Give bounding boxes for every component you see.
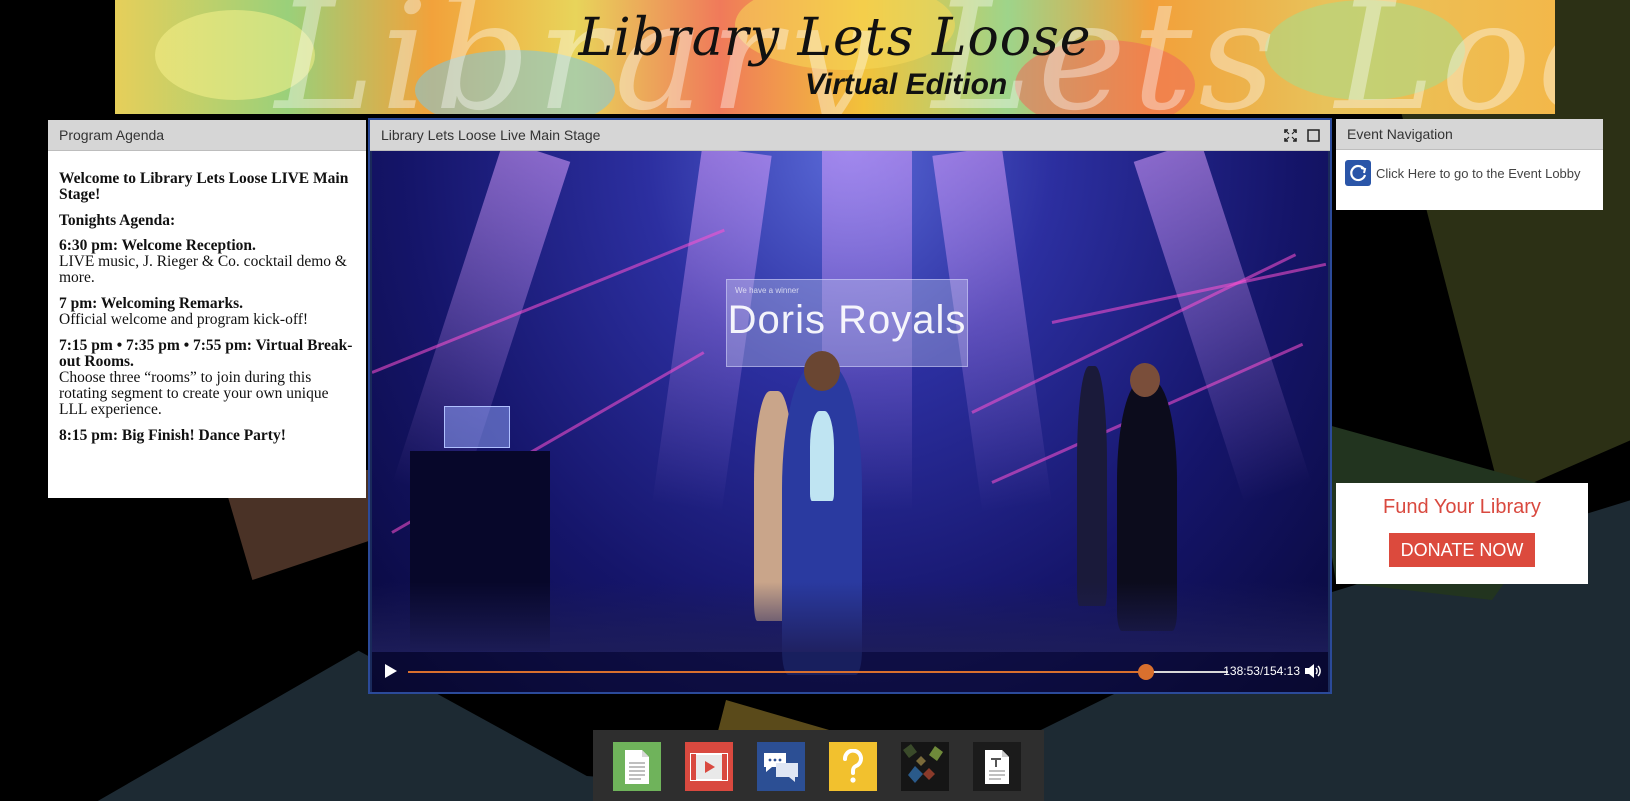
- fullscreen-icon[interactable]: [1284, 128, 1297, 142]
- video-player[interactable]: We have a winner Doris Royals 138:53/154…: [372, 151, 1328, 692]
- fund-title: Fund Your Library: [1383, 496, 1541, 518]
- performer-head: [804, 351, 840, 391]
- performer: [1077, 366, 1107, 606]
- document-icon[interactable]: [613, 742, 661, 791]
- agenda-item-title: 7 pm: Welcoming Remarks.: [59, 295, 243, 312]
- time-total: 154:13: [1263, 664, 1300, 678]
- agenda-item-title: 6:30 pm: Welcome Reception.: [59, 237, 256, 254]
- agenda-welcome: Welcome to Library Lets Loose LIVE Main …: [59, 170, 349, 203]
- bottom-dock: [593, 730, 1044, 801]
- video-controls: 138:53/154:13: [372, 652, 1328, 692]
- laser-line: [372, 228, 725, 374]
- page-root: Library Lets Loose Library Lets Loose Vi…: [0, 0, 1630, 801]
- event-navigation-panel: Event Navigation Click Here to go to the…: [1336, 119, 1603, 210]
- agenda-item-title: 8:15 pm: Big Finish! Dance Party!: [59, 427, 286, 444]
- program-agenda-panel: Program Agenda Welcome to Library Lets L…: [48, 120, 366, 498]
- agenda-item-desc: Official welcome and program kick-off!: [59, 311, 309, 328]
- lobby-link-row[interactable]: Click Here to go to the Event Lobby: [1336, 150, 1603, 186]
- maximize-icon[interactable]: [1307, 128, 1320, 142]
- agenda-item: 7 pm: Welcoming Remarks. Official welcom…: [59, 296, 358, 328]
- panel-header: Library Lets Loose Live Main Stage: [370, 120, 1330, 151]
- performer-shirt: [810, 411, 834, 501]
- screen-winner-name: Doris Royals: [727, 298, 967, 342]
- agenda-item-desc: LIVE music, J. Rieger & Co. cocktail dem…: [59, 253, 347, 286]
- video-icon[interactable]: [685, 742, 733, 791]
- banner-subtitle: Virtual Edition: [805, 68, 1008, 101]
- progress-handle[interactable]: [1138, 664, 1154, 680]
- agenda-item-desc: Choose three “rooms” to join during this…: [59, 369, 329, 418]
- progress-bar[interactable]: [408, 664, 1228, 680]
- progress-fill: [408, 671, 1146, 673]
- stage-title: Library Lets Loose Live Main Stage: [381, 127, 601, 143]
- panel-header: Event Navigation: [1336, 119, 1603, 150]
- donate-now-button[interactable]: DONATE NOW: [1389, 533, 1535, 567]
- lobby-link[interactable]: Click Here to go to the Event Lobby: [1376, 166, 1581, 181]
- dj-sign: [444, 406, 510, 448]
- agenda-item: 8:15 pm: Big Finish! Dance Party!: [59, 428, 358, 444]
- text-file-icon[interactable]: [973, 742, 1021, 791]
- panel-header: Program Agenda: [48, 120, 366, 151]
- main-stage-panel: Library Lets Loose Live Main Stage We ha…: [368, 118, 1332, 694]
- agenda-body: Welcome to Library Lets Loose LIVE Main …: [48, 151, 366, 444]
- help-icon[interactable]: [829, 742, 877, 791]
- diamonds-icon[interactable]: [901, 742, 949, 791]
- agenda-tonights-heading: Tonights Agenda:: [59, 212, 176, 229]
- stage-screen: We have a winner Doris Royals: [726, 279, 968, 367]
- agenda-item: 7:15 pm • 7:35 pm • 7:55 pm: Virtual Bre…: [59, 338, 358, 418]
- performer-head: [1130, 363, 1160, 397]
- stage-floor: [372, 582, 1328, 652]
- screen-caption: We have a winner: [735, 286, 799, 295]
- time-readout: 138:53/154:13: [1223, 664, 1300, 678]
- time-current: 138:53: [1223, 664, 1260, 678]
- fund-library-panel: Fund Your Library DONATE NOW: [1336, 483, 1588, 584]
- stage-header-icons: [1284, 120, 1320, 150]
- lobby-icon[interactable]: [1345, 160, 1371, 186]
- event-banner: Library Lets Loose Library Lets Loose Vi…: [115, 0, 1555, 114]
- agenda-item-title: 7:15 pm • 7:35 pm • 7:55 pm: Virtual Bre…: [59, 337, 353, 370]
- banner-title: Library Lets Loose: [578, 8, 1092, 68]
- volume-icon[interactable]: [1304, 663, 1322, 684]
- play-icon[interactable]: [384, 663, 398, 684]
- chat-icon[interactable]: [757, 742, 805, 791]
- agenda-item: 6:30 pm: Welcome Reception. LIVE music, …: [59, 238, 358, 286]
